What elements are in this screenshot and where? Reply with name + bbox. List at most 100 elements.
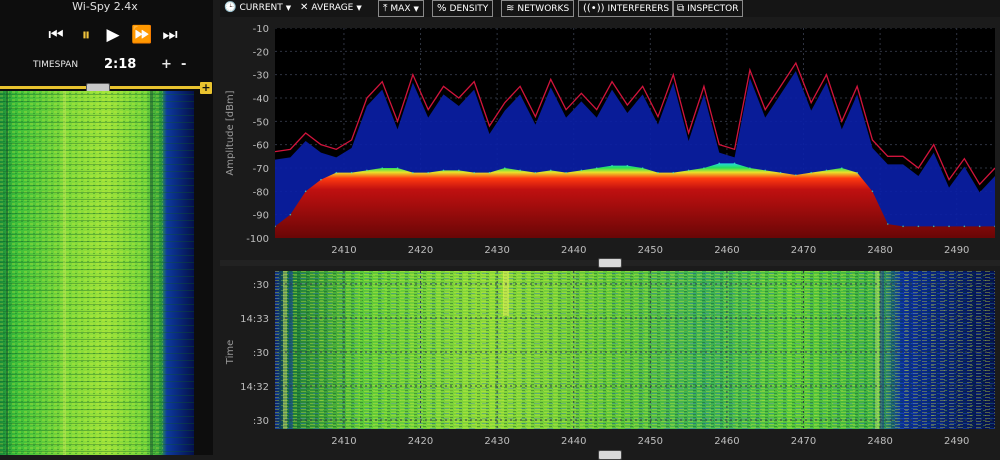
time-axis-label: Time: [225, 340, 236, 365]
current-point: [275, 225, 276, 228]
current-point: [978, 225, 981, 228]
current-point: [917, 225, 920, 228]
time-tick-label: :30: [253, 280, 269, 291]
current-toggle[interactable]: 🕒 CURRENT ▼: [224, 0, 291, 15]
current-point: [335, 171, 338, 174]
timespan-decrease-button[interactable]: -: [181, 57, 186, 72]
waterfall-chart[interactable]: :30 14:33:30 14:32:30 2410 2420 2430 2440 2450…: [220, 262, 1000, 455]
current-point: [718, 162, 721, 165]
timespan-label: TIMESPAN: [33, 60, 79, 70]
average-toggle[interactable]: ✕ AVERAGE ▼: [300, 0, 362, 15]
current-point: [503, 167, 506, 169]
clock-icon: 🕒: [224, 2, 237, 13]
current-point: [687, 169, 690, 172]
current-point: [856, 171, 858, 174]
y-tick-label: -10: [253, 24, 269, 35]
x-tick-label: 2440: [561, 436, 586, 447]
networks-toggle[interactable]: ≋ NETWORKS: [501, 0, 575, 17]
x-tick-label: 2410: [331, 436, 356, 447]
chevron-down-icon[interactable]: ▼: [356, 1, 361, 16]
device-title: Wi-Spy 2.4x: [72, 0, 138, 13]
x-tick-label: 2470: [791, 436, 816, 447]
current-point: [458, 169, 460, 172]
broadcast-icon: ((•)): [583, 3, 605, 14]
current-point: [932, 225, 935, 228]
current-point: [534, 171, 537, 174]
y-tick-label: -20: [253, 47, 269, 58]
chevron-down-icon[interactable]: ▼: [286, 1, 291, 16]
max-hold-icon: ⤒: [383, 3, 388, 14]
bottom-splitter-handle[interactable]: [598, 450, 622, 460]
x-tick-label: 2470: [791, 245, 816, 256]
current-point: [565, 171, 567, 174]
chevron-down-icon[interactable]: ▼: [414, 2, 419, 17]
time-tick-label: :30: [253, 416, 269, 427]
current-point: [611, 164, 613, 167]
spectrum-chart[interactable]: -10 -20 -30 -40 -50 -60 -70 -80 -90 -100 2410 2420…: [220, 18, 1000, 258]
networks-label: NETWORKS: [517, 4, 570, 14]
skip-back-icon[interactable]: ⏮: [45, 24, 67, 46]
current-point: [366, 169, 368, 172]
average-icon: ✕: [300, 2, 309, 13]
percent-icon: %: [437, 3, 447, 14]
max-label: MAX: [390, 4, 411, 14]
pause-icon[interactable]: ⏸: [75, 24, 97, 46]
view-toolbar: 🕒 CURRENT ▼ ✕ AVERAGE ▼ ⤒ MAX ▼ % DENSITY ≋ NETW…: [220, 0, 1000, 17]
current-point: [703, 167, 705, 169]
current-point: [886, 223, 889, 225]
current-point: [672, 171, 675, 174]
y-tick-label: -40: [253, 94, 269, 105]
inspector-icon: ⧉: [677, 3, 685, 14]
x-tick-label: 2420: [408, 436, 433, 447]
x-tick-label: 2410: [331, 245, 356, 256]
skip-end-icon[interactable]: ⏭: [159, 24, 181, 46]
y-tick-label: -50: [253, 117, 269, 128]
current-point: [871, 190, 874, 193]
current-point: [810, 171, 812, 174]
x-tick-label: 2440: [561, 245, 586, 256]
density-label: DENSITY: [449, 4, 489, 14]
x-tick-label: 2460: [714, 245, 739, 256]
inspector-label: INSPECTOR: [687, 4, 739, 14]
current-point: [595, 167, 598, 169]
timespan-increase-button[interactable]: +: [161, 57, 172, 72]
x-tick-label: 2430: [484, 436, 509, 447]
interferers-toggle[interactable]: ((•)) INTERFERERS: [578, 0, 675, 17]
y-tick-label: -80: [253, 187, 269, 198]
current-point: [626, 164, 629, 167]
current-point: [549, 169, 552, 172]
time-tick-label: :30: [253, 348, 269, 359]
current-point: [733, 162, 736, 165]
max-toggle[interactable]: ⤒ MAX ▼: [378, 0, 424, 17]
average-label: AVERAGE: [311, 3, 354, 13]
play-icon[interactable]: ▶: [102, 24, 124, 46]
y-tick-label: -30: [253, 71, 269, 82]
y-tick-label: -90: [253, 211, 269, 222]
current-point: [641, 167, 644, 169]
x-tick-label: 2480: [867, 436, 892, 447]
current-point: [519, 169, 521, 172]
x-tick-label: 2450: [638, 245, 663, 256]
x-tick-label: 2490: [944, 245, 969, 256]
x-tick-label: 2450: [638, 436, 663, 447]
current-point: [289, 213, 292, 216]
inspector-toggle[interactable]: ⧉ INSPECTOR: [672, 0, 744, 17]
current-point: [841, 167, 843, 169]
y-tick-label: -70: [253, 164, 269, 175]
current-point: [427, 171, 429, 174]
current-point: [473, 171, 475, 174]
density-toggle[interactable]: % DENSITY: [432, 0, 494, 17]
time-tick-label: 14:32: [240, 382, 269, 393]
current-label: CURRENT: [239, 3, 283, 13]
add-marker-icon[interactable]: +: [200, 82, 212, 94]
fast-forward-icon[interactable]: ⏩: [131, 24, 153, 46]
y-axis-label: Amplitude [dBm]: [225, 90, 236, 175]
current-point: [779, 171, 782, 174]
y-tick-label: -60: [253, 141, 269, 152]
current-point: [994, 225, 995, 228]
current-point: [963, 225, 966, 228]
current-point: [304, 190, 307, 193]
current-point: [350, 171, 353, 174]
current-point: [320, 178, 322, 181]
current-point: [396, 167, 399, 169]
